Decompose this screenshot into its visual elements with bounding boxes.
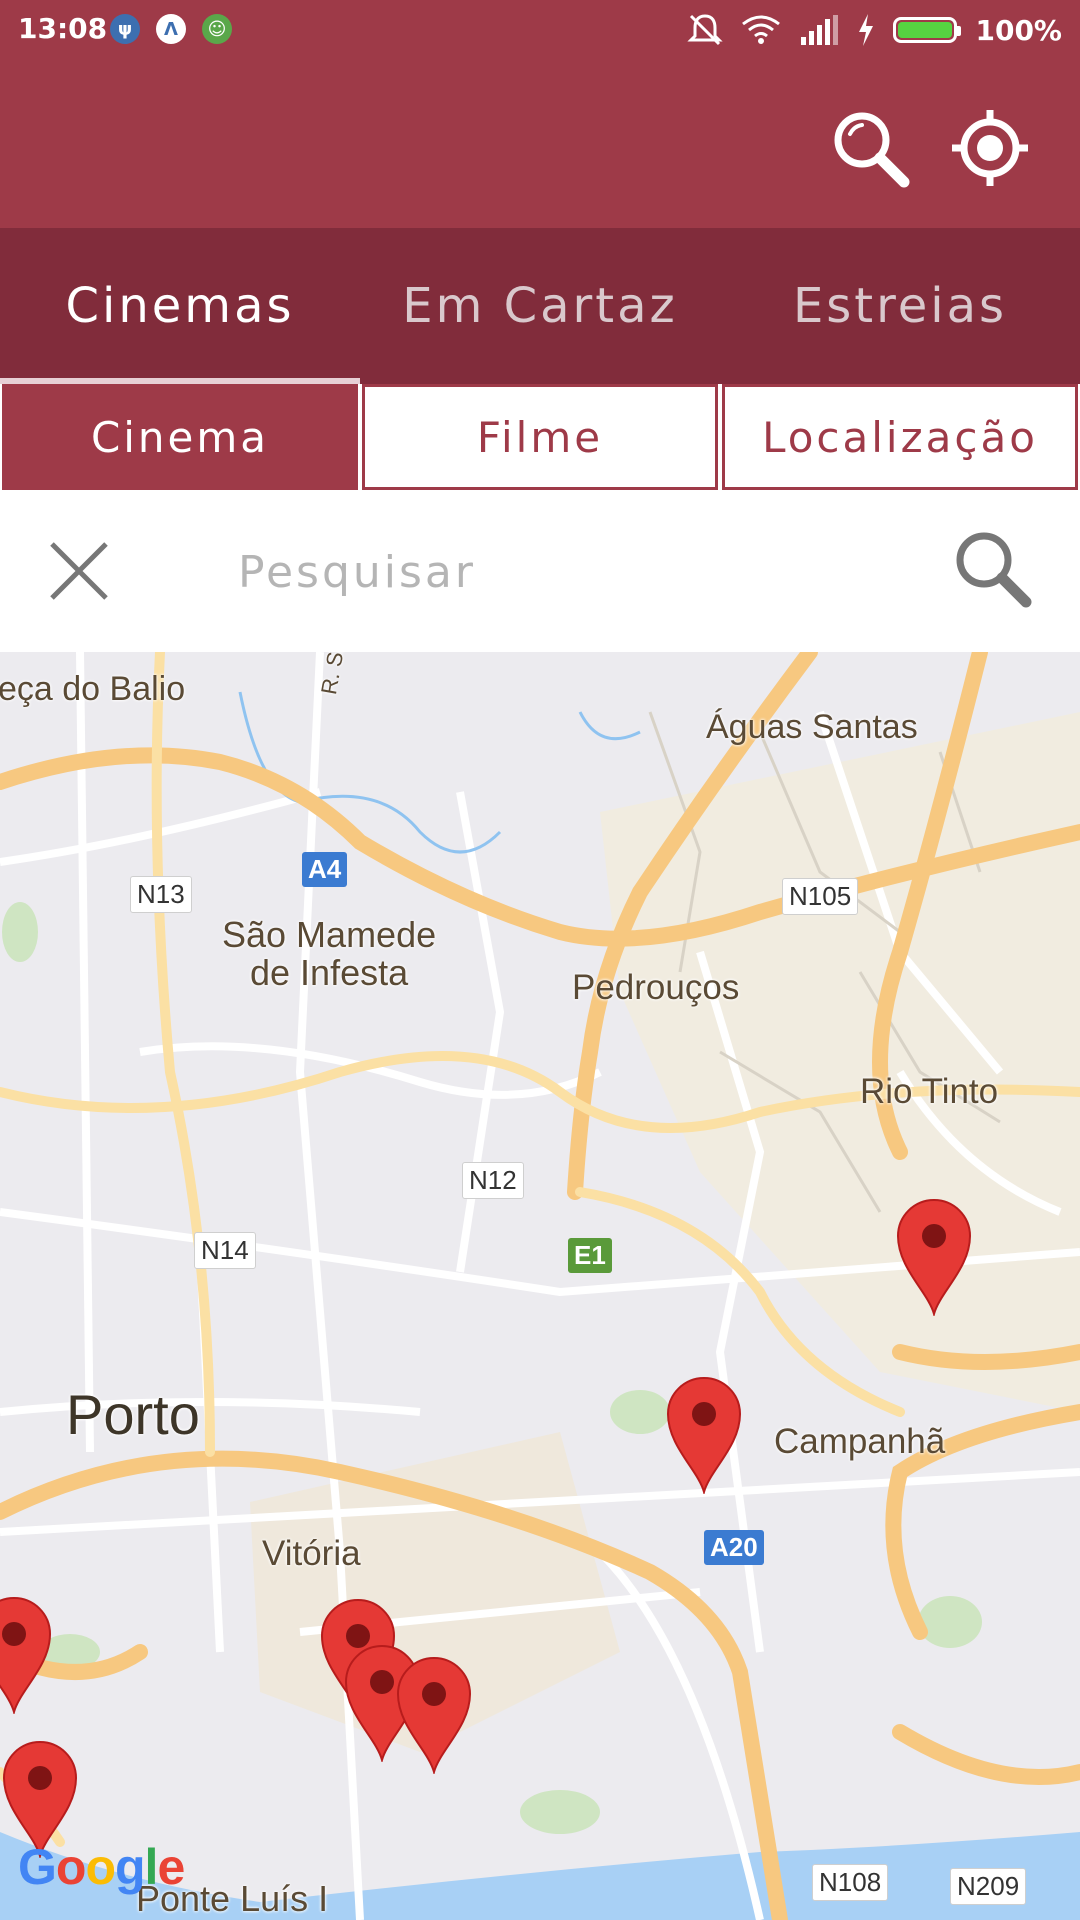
road-badge-n209: N209: [950, 1868, 1027, 1905]
road-badge-n14: N14: [194, 1232, 256, 1269]
mute-icon: [687, 14, 724, 46]
charging-icon: [859, 14, 874, 46]
cinema-marker-pin[interactable]: [394, 1654, 474, 1774]
search-icon[interactable]: [824, 102, 916, 194]
notification-icons: ψ Λ ☺: [110, 14, 232, 44]
tab-estreias[interactable]: Estreias: [720, 228, 1080, 384]
search-submit-icon[interactable]: [950, 526, 1034, 610]
map-label-aguas-santas: Águas Santas: [706, 708, 918, 746]
wifi-icon: [742, 15, 781, 44]
filter-filme[interactable]: Filme: [362, 384, 718, 490]
filter-cinema[interactable]: Cinema: [2, 384, 358, 490]
cinema-marker-pin[interactable]: [0, 1594, 54, 1714]
app-bar: [0, 60, 1080, 228]
usb-icon: ψ: [110, 14, 140, 44]
battery-icon: [893, 17, 962, 43]
close-icon[interactable]: [44, 536, 114, 606]
map-label-sao-mamede: São Mamede: [222, 914, 437, 955]
map-label-balio: eça do Balio: [0, 670, 186, 708]
map-label-vitoria: Vitória: [262, 1534, 361, 1573]
road-badge-a20: A20: [704, 1530, 764, 1565]
road-badge-e1: E1: [568, 1238, 612, 1273]
cinema-marker-pin[interactable]: [894, 1196, 974, 1316]
map-label-pedroucos: Pedrouços: [572, 968, 740, 1007]
map-label-de-infesta: de Infesta: [250, 952, 409, 993]
cinema-marker-pin[interactable]: [664, 1374, 744, 1494]
search-bar: [0, 490, 1080, 652]
map-label-porto: Porto: [66, 1383, 200, 1446]
system-icons: 100%: [687, 12, 1062, 48]
tab-cinemas[interactable]: Cinemas: [0, 228, 360, 384]
road-badge-n13: N13: [130, 876, 192, 913]
status-time: 13:08: [18, 12, 108, 45]
signal-icon: [801, 15, 839, 45]
android-debug-icon: ☺: [202, 14, 232, 44]
map-label-rio-tinto: Rio Tinto: [860, 1072, 999, 1111]
road-badge-n108: N108: [812, 1864, 889, 1901]
search-input[interactable]: [236, 536, 940, 608]
map-label-campanha: Campanhã: [774, 1422, 946, 1461]
tab-em-cartaz[interactable]: Em Cartaz: [360, 228, 720, 384]
filter-localizacao[interactable]: Localização: [722, 384, 1078, 490]
main-tabs: Cinemas Em Cartaz Estreias: [0, 228, 1080, 384]
status-bar: 13:08 ψ Λ ☺ 100%: [0, 0, 1080, 60]
battery-percent: 100%: [975, 13, 1062, 47]
map-view[interactable]: eça do Balio R. Santana Águas Santas São…: [0, 652, 1080, 1920]
road-badge-n12: N12: [462, 1162, 524, 1199]
accessibility-icon: Λ: [156, 14, 186, 44]
google-logo: Google: [18, 1839, 185, 1895]
filter-segments: Cinema Filme Localização: [0, 384, 1080, 490]
road-badge-a4: A4: [302, 852, 348, 887]
road-badge-n105: N105: [782, 878, 859, 915]
my-location-icon[interactable]: [944, 102, 1036, 194]
